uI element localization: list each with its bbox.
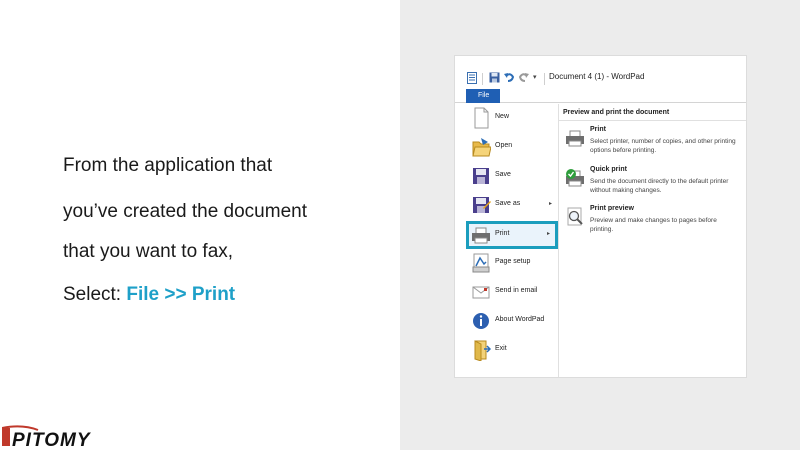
email-icon [472,286,490,299]
info-icon [473,313,489,329]
menu-item-label: Exit [495,345,507,352]
submenu-arrow-icon: ▸ [549,201,553,207]
save-icon[interactable] [489,72,500,83]
wordpad-app-icon [467,72,477,84]
menu-item-exit[interactable]: Exit [466,336,559,364]
magnifier-icon [567,207,583,226]
option-title: Print [590,126,606,133]
file-tab[interactable]: File [466,89,500,103]
menu-item-label: Save as [495,200,521,207]
menu-item-open[interactable]: Open [466,133,559,161]
menu-item-send-in-email[interactable]: Send in email [466,278,559,306]
menu-item-label: New [495,113,510,120]
option-description: Select printer, number of copies, and ot… [590,138,736,154]
select-prefix: Select: [63,284,127,305]
option-description: Send the document directly to the defaul… [590,178,729,194]
redo-icon[interactable] [518,72,529,83]
new-document-icon [474,107,489,129]
menu-item-print[interactable]: Print ▸ [466,221,558,249]
option-description: Preview and make changes to pages before… [590,217,717,233]
instruction-line-2: you’ve created the document [63,201,307,222]
quick-access-divider [482,73,483,85]
title-separator [544,73,545,85]
undo-icon[interactable] [504,72,515,83]
instruction-line-3: that you want to fax, [63,241,234,262]
file-print-accent: File >> Print [126,284,236,305]
customize-dropdown-icon[interactable]: ▾ [533,73,537,81]
menu-item-save[interactable]: Save [466,162,559,190]
menu-item-label: Print [495,230,510,237]
save-as-icon [473,197,491,213]
exit-icon [474,340,491,361]
quick-print-icon [566,169,584,187]
printer-icon [472,227,490,244]
menu-item-page-setup[interactable]: Page setup [466,249,559,277]
ipitomy-logo: PITOMY [2,425,92,448]
menu-item-about-wordpad[interactable]: About WordPad [466,307,559,335]
title-bar: ▾ Document 4 (1) - WordPad [455,56,746,89]
instruction-line-1: From the application that [63,155,273,176]
submenu-arrow-icon: ▸ [547,231,551,237]
page-setup-icon [472,253,490,273]
svg-text:PITOMY: PITOMY [12,430,92,448]
window-title: Document 4 (1) - WordPad [549,72,645,81]
wordpad-window: ▾ Document 4 (1) - WordPad File New Open [454,55,747,378]
menu-item-label: About WordPad [495,316,545,323]
menu-item-label: Page setup [495,258,531,265]
menu-item-label: Open [495,142,513,149]
print-submenu: Preview and print the document Print Sel… [559,104,746,377]
submenu-heading-divider [559,120,746,121]
menu-item-save-as[interactable]: Save as ▸ [466,191,559,219]
menu-item-new[interactable]: New [466,104,559,132]
instruction-panel: From the application that you’ve created… [0,0,400,450]
option-title: Quick print [590,166,627,173]
ribbon-bar: File [455,89,746,103]
instruction-line-4: Select: File >> Print [63,284,235,306]
submenu-heading: Preview and print the document [563,109,670,116]
menu-item-label: Send in email [495,287,538,294]
option-title: Print preview [590,205,634,212]
save-icon [473,168,489,184]
open-folder-icon [472,138,491,157]
printer-icon [566,130,584,147]
menu-item-label: Save [495,171,511,178]
